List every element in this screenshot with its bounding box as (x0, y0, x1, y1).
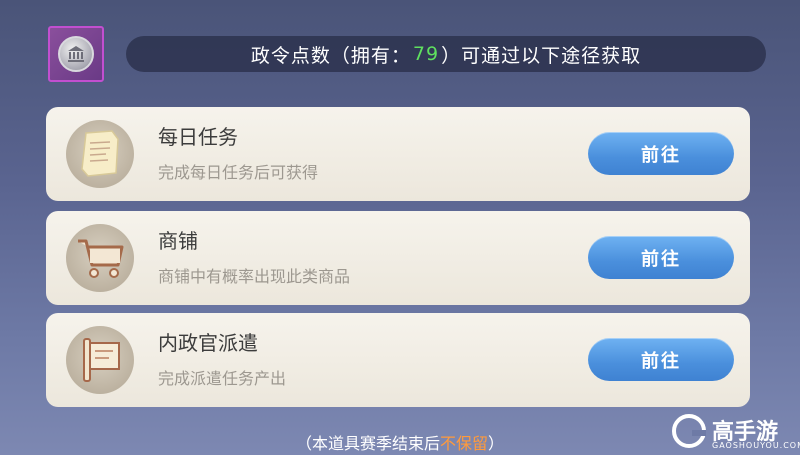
header-prefix: 政令点数（拥有： (250, 44, 411, 67)
dispatch-flag-icon (83, 338, 120, 382)
card-title: 每日任务 (158, 125, 238, 149)
card-description: 完成每日任务后可获得 (158, 163, 319, 182)
point-count: 79 (412, 43, 440, 65)
cart-icon (78, 239, 124, 278)
cart-icon-circle (66, 224, 134, 292)
go-daily-task-button[interactable]: 前往 (588, 132, 734, 175)
watermark-domain: GAOSHOUYOU.COM (712, 441, 800, 450)
card-description: 商铺中有概率出现此类商品 (158, 267, 351, 286)
card-title: 商铺 (158, 229, 198, 253)
politics-coin-icon-frame (48, 26, 104, 82)
card-shop: 商铺 商铺中有概率出现此类商品 前往 (46, 211, 750, 305)
politics-coin-icon (58, 36, 94, 72)
building-icon (68, 46, 84, 62)
footer-note-suffix: ） (488, 434, 505, 453)
go-shop-button[interactable]: 前往 (588, 236, 734, 279)
scroll-icon (81, 130, 119, 177)
dispatch-icon-circle (66, 326, 134, 394)
header-title-bar: 政令点数（拥有： 79 ）可通过以下途径获取 (126, 36, 766, 72)
card-daily-task: 每日任务 完成每日任务后可获得 前往 (46, 107, 750, 201)
footer-note-prefix: （本道具赛季结束后 (295, 434, 440, 453)
footer-note-warning: 不保留 (439, 434, 488, 453)
g-logo-icon (672, 414, 706, 448)
card-dispatch: 内政官派遣 完成派遣任务产出 前往 (46, 313, 750, 407)
card-title: 内政官派遣 (158, 331, 258, 355)
go-dispatch-button[interactable]: 前往 (588, 338, 734, 381)
scroll-icon-circle (66, 120, 134, 188)
header-suffix: ）可通过以下途径获取 (441, 44, 642, 67)
watermark-logo: 高手游 GAOSHOUYOU.COM (672, 412, 800, 454)
card-description: 完成派遣任务产出 (158, 369, 287, 388)
